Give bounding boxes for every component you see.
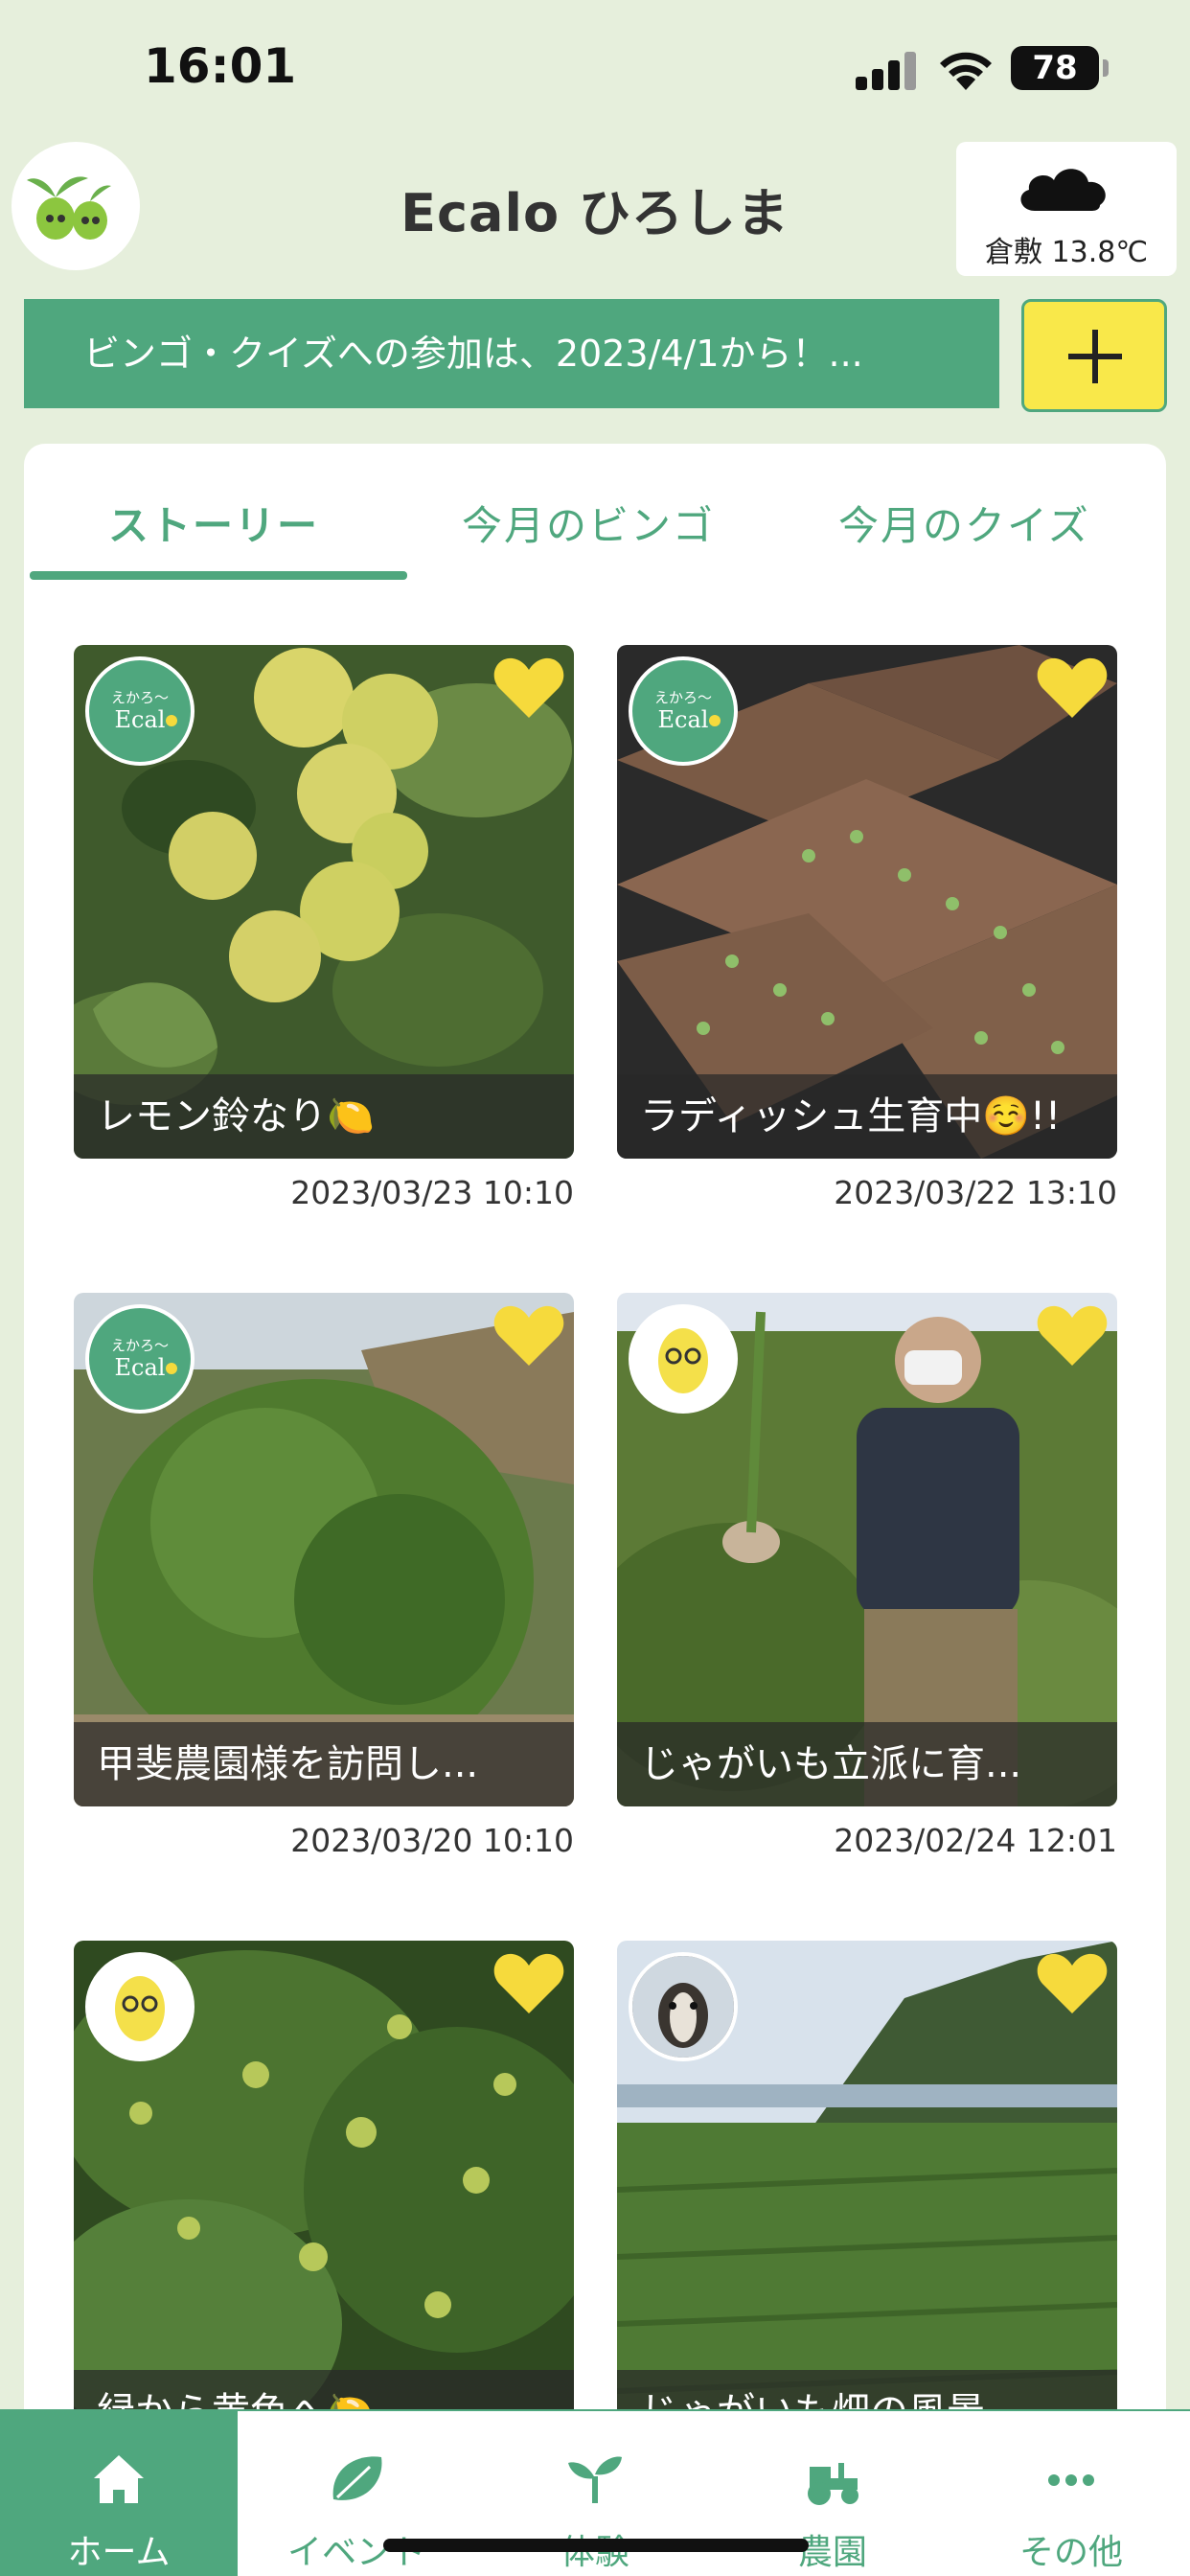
story-caption: 甲斐農園様を訪問し... — [74, 1722, 574, 1806]
story-date: 2023/03/23 10:10 — [290, 1174, 574, 1211]
cloud-icon — [1020, 169, 1106, 211]
nav-home[interactable]: ホーム — [0, 2411, 238, 2576]
story-card[interactable]: じゃがいも畑の風景 — [617, 1941, 1117, 2454]
status-time: 16:01 — [144, 38, 297, 94]
tab-bingo[interactable]: 今月のビンゴ — [462, 494, 715, 552]
add-post-button[interactable] — [1021, 299, 1167, 412]
goat-avatar-icon — [629, 1952, 738, 2061]
nav-label: その他 — [1018, 2533, 1123, 2572]
svg-text:Ecal: Ecal — [658, 706, 709, 733]
more-icon — [1048, 2474, 1094, 2486]
story-card[interactable]: えかろ〜 Ecal ラディッシュ生育中☺️!! — [617, 645, 1117, 1159]
content-panel: ストーリー 今月のビンゴ 今月のクイズ えかろ〜 Ecal レモン鈴なり🍋 202… — [24, 444, 1166, 2576]
svg-text:えかろ〜: えかろ〜 — [654, 689, 712, 706]
home-indicator[interactable] — [383, 2539, 809, 2552]
nav-more[interactable]: その他 — [952, 2411, 1190, 2576]
weather-label: 倉敷 13.8℃ — [984, 236, 1149, 269]
status-bar: 16:01 78 — [0, 0, 1190, 134]
svg-text:えかろ〜: えかろ〜 — [111, 689, 169, 706]
tab-quiz[interactable]: 今月のクイズ — [838, 494, 1090, 552]
story-date: 2023/02/24 12:01 — [834, 1822, 1117, 1859]
home-icon — [94, 2455, 144, 2503]
battery-icon: 78 — [1011, 46, 1109, 90]
active-tab-indicator — [30, 571, 407, 580]
heart-icon[interactable] — [493, 1952, 564, 2015]
story-caption: レモン鈴なり🍋 — [74, 1074, 574, 1159]
cellular-signal-icon — [856, 50, 923, 90]
weather-widget[interactable]: 倉敷 13.8℃ — [956, 142, 1177, 276]
heart-icon[interactable] — [493, 656, 564, 720]
heart-icon[interactable] — [1037, 656, 1108, 720]
svg-text:Ecal: Ecal — [115, 706, 166, 733]
nav-label: ホーム — [67, 2533, 171, 2572]
heart-icon[interactable] — [1037, 1952, 1108, 2015]
leaf-icon — [332, 2456, 382, 2500]
svg-text:Ecal: Ecal — [115, 1354, 166, 1381]
lemon-character-avatar-icon — [629, 1304, 738, 1414]
story-caption: じゃがいも立派に育... — [617, 1722, 1117, 1806]
story-card[interactable]: えかろ〜 Ecal 甲斐農園様を訪問し... — [74, 1293, 574, 1806]
story-card[interactable]: 緑から黄色へ🍋 — [74, 1941, 574, 2454]
story-card[interactable]: えかろ〜 Ecal レモン鈴なり🍋 — [74, 645, 574, 1159]
wifi-icon — [940, 52, 992, 90]
heart-icon[interactable] — [1037, 1304, 1108, 1368]
ecalo-avatar-icon: えかろ〜 Ecal — [85, 656, 195, 766]
story-caption: ラディッシュ生育中☺️!! — [617, 1074, 1117, 1159]
story-date: 2023/03/20 10:10 — [290, 1822, 574, 1859]
ecalo-avatar-icon: えかろ〜 Ecal — [629, 656, 738, 766]
svg-text:えかろ〜: えかろ〜 — [111, 1337, 169, 1354]
story-card[interactable]: じゃがいも立派に育... — [617, 1293, 1117, 1806]
tab-story[interactable]: ストーリー — [108, 494, 319, 552]
story-date: 2023/03/22 13:10 — [834, 1174, 1117, 1211]
tab-bar: ストーリー 今月のビンゴ 今月のクイズ — [24, 444, 1166, 583]
ecalo-avatar-icon: えかろ〜 Ecal — [85, 1304, 195, 1414]
heart-icon[interactable] — [493, 1304, 564, 1368]
announcement-banner[interactable]: ビンゴ・クイズへの参加は、2023/4/1から！... — [24, 299, 999, 408]
lemon-character-avatar-icon — [85, 1952, 195, 2061]
tractor-icon — [808, 2463, 858, 2505]
sprout-icon — [568, 2456, 622, 2503]
